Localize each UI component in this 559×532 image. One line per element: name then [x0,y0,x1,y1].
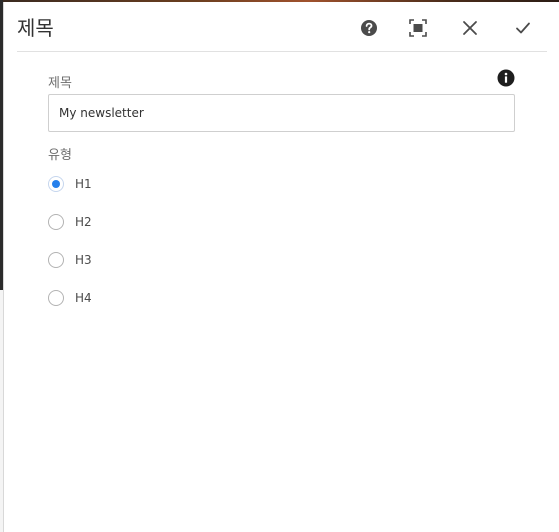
dialog-header: 제목 [4,2,559,52]
radio-button[interactable] [48,214,64,230]
radio-button[interactable] [48,290,64,306]
fullscreen-icon [409,19,427,37]
close-icon [462,20,478,36]
checkmark-icon [515,20,531,36]
radio-label: H3 [75,253,92,267]
radio-option-h3[interactable]: H3 [48,250,92,270]
header-divider [17,51,547,52]
radio-label: H1 [75,177,92,191]
fullscreen-button[interactable] [404,14,432,42]
radio-selected-dot [52,180,60,188]
title-info-button[interactable] [497,69,515,91]
radio-button-checked[interactable] [48,176,64,192]
dialog-title: 제목 [17,16,54,40]
radio-option-h4[interactable]: H4 [48,288,92,308]
help-icon [360,19,378,37]
title-field-label: 제목 [48,76,72,91]
type-field-label: 유형 [48,148,72,163]
title-input[interactable] [48,94,515,132]
edit-dialog: 제목 제목 My newsletter 유형 H1 H2 H3 H4 [3,2,559,532]
radio-label: H2 [75,215,92,229]
done-button[interactable] [509,14,537,42]
radio-button[interactable] [48,252,64,268]
radio-option-h1[interactable]: H1 [48,174,92,194]
info-icon [497,69,515,91]
close-button[interactable] [456,14,484,42]
help-button[interactable] [355,14,383,42]
radio-option-h2[interactable]: H2 [48,212,92,232]
radio-label: H4 [75,291,92,305]
